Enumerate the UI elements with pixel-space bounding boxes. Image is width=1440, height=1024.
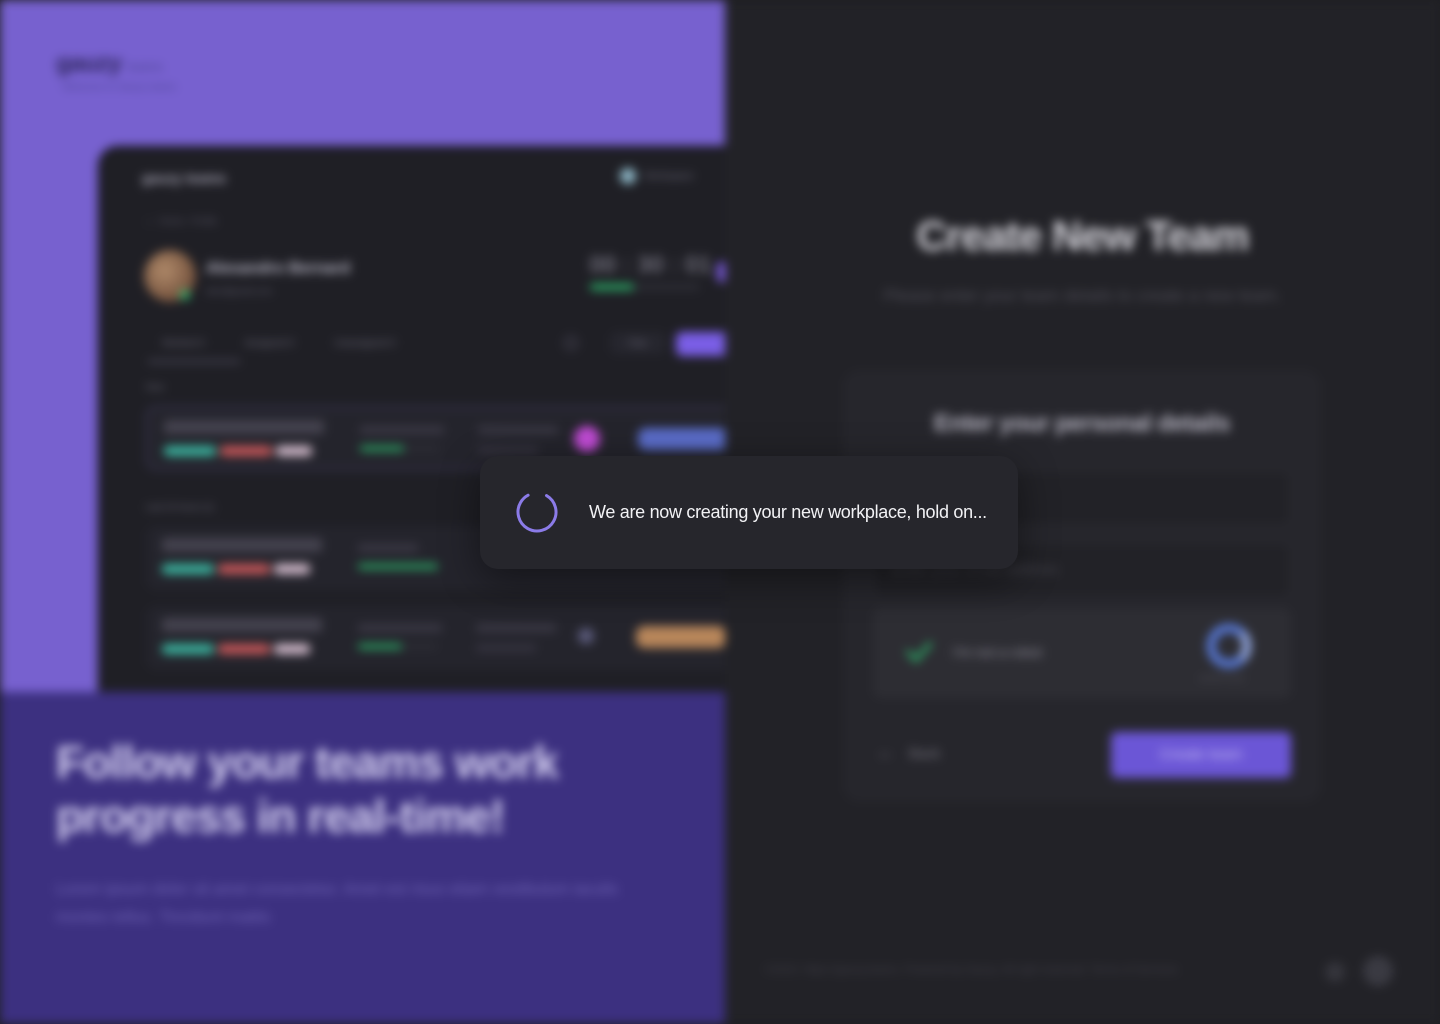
create-team-button[interactable]: Create team — [1111, 732, 1291, 778]
moon-icon[interactable] — [1363, 956, 1393, 986]
sun-icon[interactable] — [1325, 962, 1345, 982]
preview-breadcrumb: ⌂ · Home › Profile — [146, 216, 217, 226]
preview-section-last: Last 24 hours (1) — [146, 502, 215, 512]
preview-action-button — [676, 332, 725, 356]
preview-timer: 00 : 30 : 01 — [590, 252, 713, 277]
recaptcha-widget[interactable]: I'm not a robot reCAPTCHA — [873, 608, 1291, 698]
footer-text: ©2023. https://gauzy.teams. Powered by G… — [765, 964, 1178, 976]
loading-message: We are now creating your new workplace, … — [589, 502, 987, 522]
preview-section-now: Now — [146, 382, 165, 392]
preview-tab-worked: Worked 0 — [162, 338, 205, 349]
tab-underline — [148, 360, 240, 363]
spinner-icon — [516, 491, 558, 533]
preview-tab-unassigned: Unassigned 0 — [334, 338, 396, 349]
preview-tabs: Worked 0 Assigned 0 Unassigned 0 — [162, 338, 395, 349]
workspace-label: Workspace — [644, 170, 694, 182]
timer-play-icon — [717, 262, 725, 282]
preview-filter: Filter — [610, 332, 666, 354]
back-button[interactable]: ← Back — [877, 742, 940, 763]
page-subtitle: Please enter your team details to create… — [883, 286, 1282, 305]
recaptcha-logo-icon — [1207, 624, 1251, 668]
workspace-icon — [620, 168, 636, 184]
hero-description: Lorem ipsum dolor sit amet consectetur. … — [56, 881, 618, 926]
captcha-label: I'm not a robot — [953, 644, 1043, 660]
back-label: Back — [909, 744, 941, 761]
brand-sub: teams — [127, 59, 163, 74]
page-title: Create New Team — [916, 212, 1249, 259]
brand-name: gauzy — [56, 50, 122, 77]
online-status-icon — [180, 290, 190, 300]
preview-tab-assigned: Assigned 0 — [244, 338, 295, 349]
app-preview-window: gauzy teams Workspace ⌂ · Home › Profile… — [98, 146, 725, 706]
search-icon — [564, 336, 578, 350]
check-icon[interactable] — [905, 638, 933, 666]
brand-tagline: Welcome to Gauzy teams — [62, 82, 177, 93]
brand-logo: gauzy teams — [56, 50, 163, 78]
preview-logo: gauzy teams — [142, 170, 227, 186]
arrow-left-icon: ← — [877, 742, 895, 762]
preview-workspace: Workspace — [620, 168, 694, 184]
preview-task-card — [146, 606, 725, 670]
hero-title: Follow your teams work progress in real-… — [56, 736, 559, 842]
captcha-brand: reCAPTCHA — [1199, 674, 1245, 683]
loading-dialog: We are now creating your new workplace, … — [480, 456, 1018, 569]
form-heading: Enter your personal details — [934, 410, 1230, 437]
preview-user-name: Alexandro Bernard — [206, 260, 351, 277]
create-team-form: Enter your personal details Enter your e… — [843, 370, 1321, 802]
preview-timer-progress — [590, 284, 700, 290]
preview-user-email: alex@gmail.com — [206, 286, 273, 296]
